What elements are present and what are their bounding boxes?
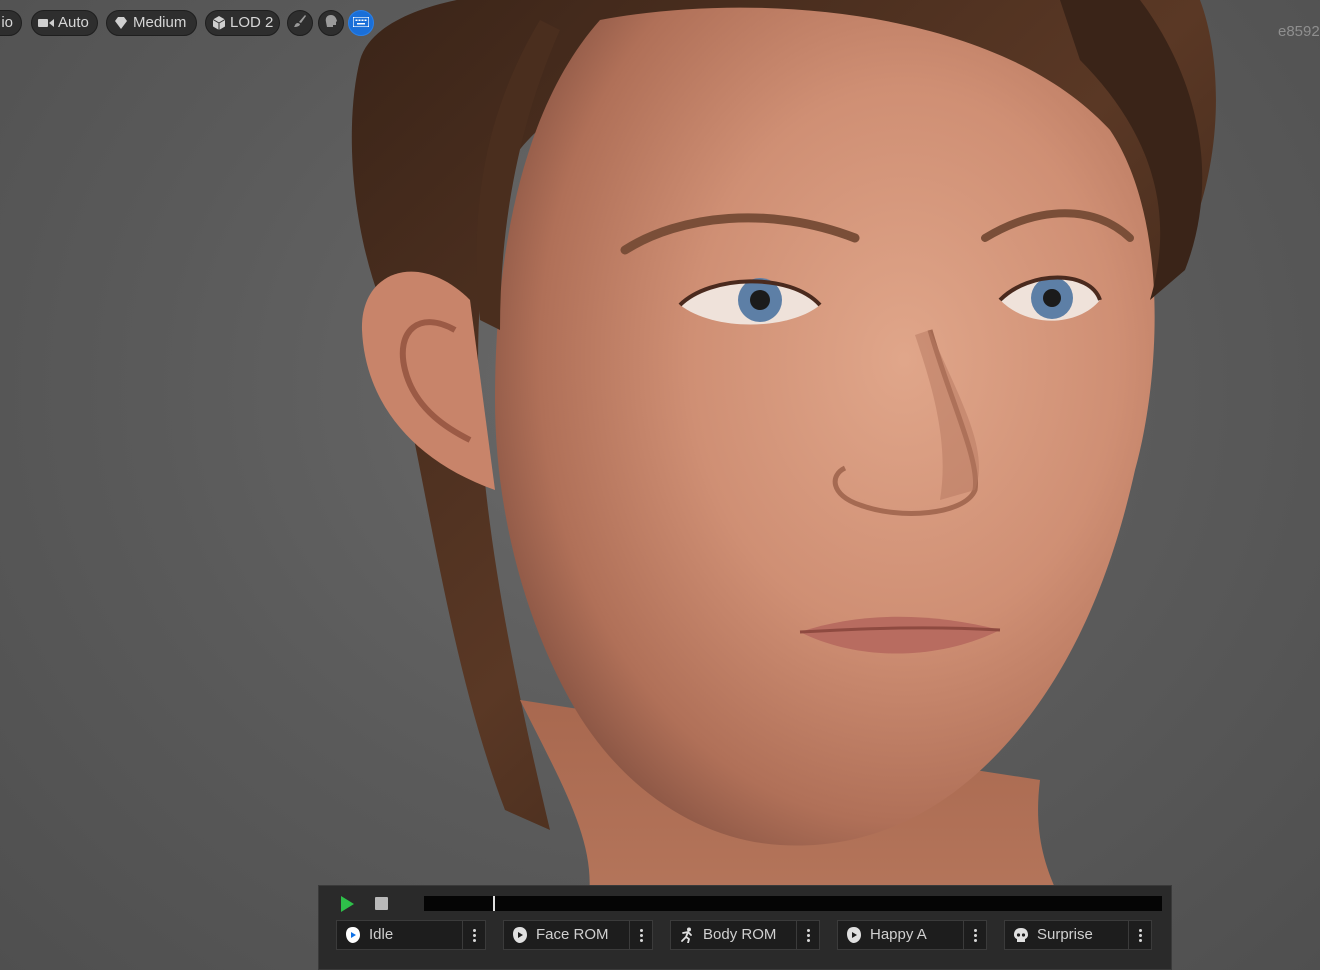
skull-icon [1013,927,1029,943]
stop-button[interactable] [375,897,388,910]
keyboard-button[interactable] [348,10,374,36]
more-icon [973,928,977,942]
more-icon [639,928,643,942]
animation-label: Idle [369,926,394,943]
head-button[interactable] [318,10,344,36]
face-play-icon [846,927,862,943]
animation-label: Happy A [870,926,927,943]
running-figure-icon [679,927,695,943]
scene-id-label: e8592 [1278,23,1320,40]
more-options-button[interactable] [963,921,986,949]
keyboard-icon [352,14,370,32]
playhead[interactable] [493,896,495,911]
camera-mode-label: Auto [58,14,89,31]
animation-surprise[interactable]: Surprise [1004,920,1152,950]
play-icon [341,896,354,912]
play-button[interactable] [339,896,355,912]
more-icon [472,928,476,942]
character-render [351,0,1216,970]
camera-mode-button[interactable]: Auto [31,10,98,36]
more-options-button[interactable] [462,921,485,949]
animation-idle[interactable]: Idle [336,920,486,950]
more-options-button[interactable] [1128,921,1151,949]
brush-icon [293,14,307,33]
head-icon [324,14,338,33]
animation-body-rom[interactable]: Body ROM [670,920,820,950]
animation-panel: Idle Face ROM Body ROM Happy A Surprise [318,885,1172,970]
more-icon [806,928,810,942]
face-play-icon [512,927,528,943]
quality-button[interactable]: Medium [106,10,197,36]
animation-face-rom[interactable]: Face ROM [503,920,653,950]
brush-button[interactable] [287,10,313,36]
animation-happy-a[interactable]: Happy A [837,920,987,950]
audio-label: io [1,14,13,31]
lod-label: LOD 2 [230,14,274,31]
cube-icon [212,15,226,31]
diamond-icon [113,15,129,31]
timeline-scrubber[interactable] [424,896,1162,911]
lod-button[interactable]: LOD 2 [205,10,280,36]
animation-label: Body ROM [703,926,777,943]
face-play-icon [345,927,361,943]
more-options-button[interactable] [796,921,819,949]
more-icon [1138,928,1142,942]
quality-label: Medium [133,14,187,31]
3d-viewport[interactable]: io Auto Medium LOD 2 e8592 Idle Face ROM… [0,0,1320,970]
animation-label: Face ROM [536,926,609,943]
camera-icon [38,15,54,31]
more-options-button[interactable] [629,921,652,949]
animation-label: Surprise [1037,926,1093,943]
